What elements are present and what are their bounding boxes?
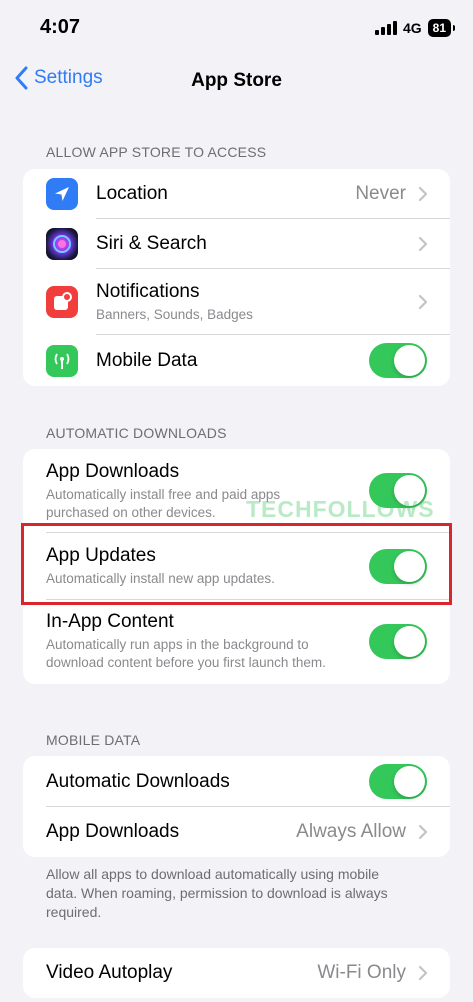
mobile-data-footer: Allow all apps to download automatically… (46, 865, 436, 922)
row-app-downloads-title: App Downloads (46, 461, 180, 482)
row-notifications[interactable]: Notifications Banners, Sounds, Badges (23, 269, 450, 335)
chevron-right-icon (418, 294, 428, 310)
section-header-auto-downloads: AUTOMATIC DOWNLOADS (46, 425, 227, 441)
row-in-app-content-subtitle-1: Automatically run apps in the background… (46, 637, 309, 652)
toggle-knob (394, 766, 425, 797)
row-in-app-content: In-App Content Automatically run apps in… (23, 600, 450, 684)
row-automatic-downloads-title: Automatic Downloads (46, 771, 230, 792)
row-location[interactable]: Location Never (23, 169, 450, 219)
mobile-data-group: Automatic Downloads App Downloads Always… (23, 756, 450, 857)
battery-icon: 81 (427, 19, 456, 37)
section-header-access: ALLOW APP STORE TO ACCESS (46, 144, 267, 160)
row-mobile-app-downloads-value: Always Allow (296, 821, 406, 842)
row-mobile-data-title: Mobile Data (96, 350, 198, 371)
highlight-box (21, 523, 452, 605)
navigation-bar: Settings App Store (0, 56, 473, 104)
row-automatic-downloads: Automatic Downloads (23, 756, 450, 806)
row-siri-search[interactable]: Siri & Search (23, 219, 450, 269)
row-location-title: Location (96, 183, 168, 204)
footer-line-1: Allow all apps to download automatically… (46, 866, 380, 882)
footer-line-2: data. When roaming, permission to downlo… (46, 885, 388, 901)
row-app-downloads-subtitle-2: purchased on other devices. (46, 505, 216, 520)
cellular-signal-icon (374, 21, 397, 35)
network-type: 4G (402, 20, 422, 36)
chevron-right-icon (418, 186, 428, 202)
siri-icon (46, 228, 78, 260)
location-arrow-icon (46, 178, 78, 210)
row-mobile-app-downloads[interactable]: App Downloads Always Allow (23, 807, 450, 857)
footer-line-3: required. (46, 904, 102, 920)
row-mobile-app-downloads-title: App Downloads (46, 821, 180, 842)
row-video-autoplay-title: Video Autoplay (46, 962, 173, 983)
chevron-right-icon (418, 824, 428, 840)
row-video-autoplay-value: Wi-Fi Only (317, 962, 406, 983)
status-time: 4:07 (40, 16, 81, 38)
page-title: App Store (191, 70, 282, 91)
chevron-right-icon (418, 965, 428, 981)
automatic-downloads-toggle[interactable] (369, 764, 427, 799)
status-indicators: 4G 81 (374, 19, 456, 37)
row-siri-title: Siri & Search (96, 233, 207, 254)
row-in-app-content-subtitle-2: download content before you first launch… (46, 655, 326, 670)
chevron-right-icon (418, 236, 428, 252)
notifications-icon (46, 286, 78, 318)
row-notifications-title: Notifications (96, 281, 200, 302)
row-in-app-content-title: In-App Content (46, 611, 174, 632)
in-app-content-toggle[interactable] (369, 624, 427, 659)
antenna-icon (46, 345, 78, 377)
watermark: TECHFOLLOWS (246, 496, 435, 522)
video-group: Video Autoplay Wi-Fi Only (23, 948, 450, 998)
toggle-knob (394, 345, 425, 376)
row-location-value: Never (355, 183, 406, 204)
row-notifications-subtitle: Banners, Sounds, Badges (96, 307, 253, 322)
access-group: Location Never Siri & Search Notificatio… (23, 169, 450, 386)
row-mobile-data: Mobile Data (23, 335, 450, 386)
section-header-mobile-data: MOBILE DATA (46, 732, 141, 748)
toggle-knob (394, 626, 425, 657)
mobile-data-toggle[interactable] (369, 343, 427, 378)
row-video-autoplay[interactable]: Video Autoplay Wi-Fi Only (23, 948, 450, 998)
status-bar: 4:07 4G 81 (0, 0, 473, 56)
